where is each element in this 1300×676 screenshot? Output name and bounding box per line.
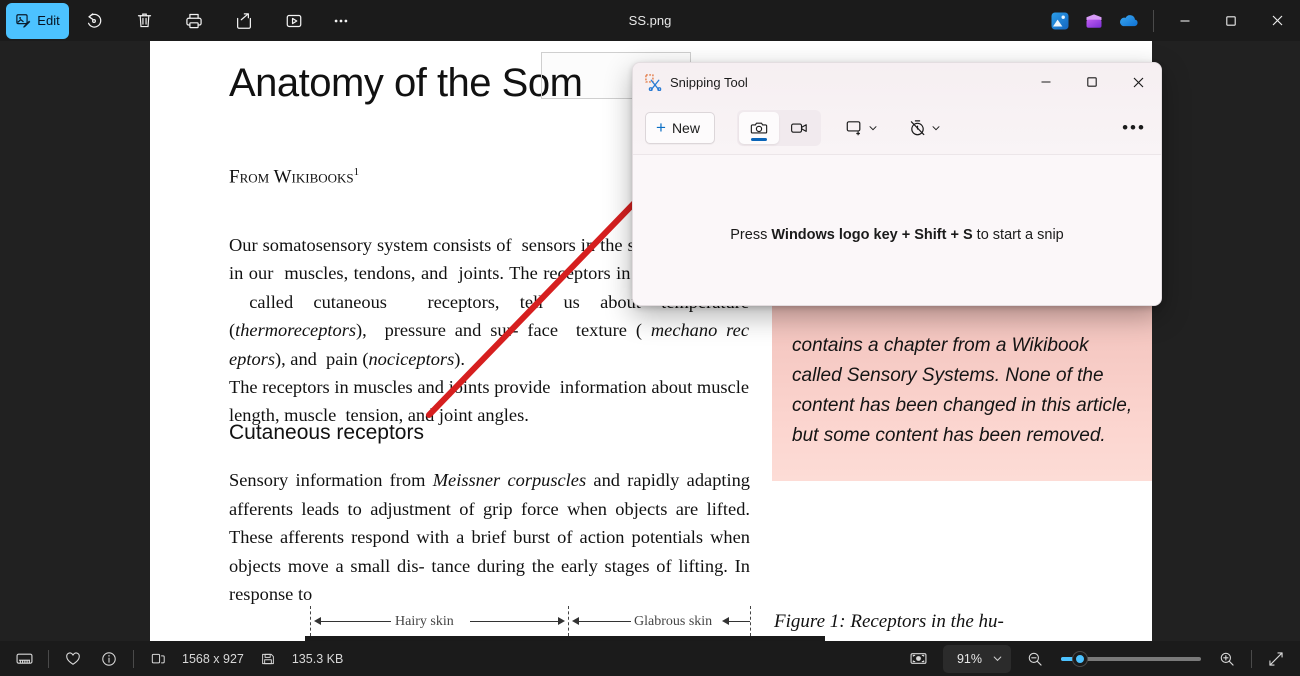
chevron-down-icon <box>868 123 878 133</box>
document-byline: From Wikibooks1 <box>229 166 359 188</box>
window-title: SS.png <box>628 13 672 28</box>
snipping-tool-window[interactable]: Snipping Tool + New ••• Press Windows lo… <box>632 62 1162 306</box>
zoom-out-button[interactable] <box>1017 644 1053 674</box>
filesize-icon-wrap <box>250 644 286 674</box>
fullscreen-button[interactable] <box>1258 644 1294 674</box>
heart-icon <box>64 650 82 668</box>
zoom-controls: 91% <box>901 641 1294 676</box>
status-bar: 1568 x 927 135.3 KB 91% <box>0 641 1300 676</box>
delay-dropdown[interactable] <box>902 112 947 144</box>
fit-to-window-icon <box>909 649 928 668</box>
image-size-icon <box>150 650 167 667</box>
capture-mode-group <box>736 109 821 146</box>
delete-icon <box>135 11 154 30</box>
snip-more-options-button[interactable]: ••• <box>1117 112 1151 144</box>
snipping-tool-toolbar: + New ••• <box>633 101 1161 155</box>
section-heading: Cutaneous receptors <box>229 421 424 444</box>
edit-image-icon <box>15 12 32 29</box>
byline-text: From Wikibooks <box>229 166 354 188</box>
print-button[interactable] <box>169 3 219 39</box>
top-right-controls <box>1043 0 1300 41</box>
zoom-in-icon <box>1218 650 1236 668</box>
chevron-down-icon <box>992 653 1003 664</box>
plus-icon: + <box>656 118 666 137</box>
chevron-down-icon <box>931 123 941 133</box>
new-snip-button[interactable]: + New <box>645 111 715 144</box>
rectangle-mode-icon <box>845 118 864 137</box>
print-icon <box>184 11 204 31</box>
window-maximize-button[interactable] <box>1208 0 1254 41</box>
hint-suffix: to start a snip <box>972 226 1064 243</box>
onedrive-icon[interactable] <box>1111 0 1145 41</box>
window-minimize-button[interactable] <box>1162 0 1208 41</box>
status-divider-3 <box>1251 649 1252 668</box>
dimensions-icon-wrap <box>140 644 176 674</box>
diagram-label-hairy: Hairy skin <box>395 614 454 629</box>
zoom-slider-thumb[interactable] <box>1073 651 1087 666</box>
zoom-level-value: 91% <box>956 651 982 666</box>
snipping-tool-titlebar[interactable]: Snipping Tool <box>633 63 1161 101</box>
info-icon <box>100 650 118 668</box>
edit-button-label: Edit <box>37 13 60 28</box>
filmstrip-icon <box>15 649 34 668</box>
snip-hint-text: Press Windows logo key + Shift + S to st… <box>730 227 1063 243</box>
delete-button[interactable] <box>119 3 169 39</box>
image-dimensions: 1568 x 927 <box>182 651 244 666</box>
status-divider-1 <box>48 649 49 668</box>
zoom-level-dropdown[interactable]: 91% <box>942 644 1011 673</box>
hint-shortcut: Windows logo key + Shift + S <box>771 226 973 243</box>
byline-footnote: 1 <box>353 166 360 178</box>
info-button[interactable] <box>91 644 127 674</box>
active-mode-indicator <box>750 137 767 141</box>
zoom-slider[interactable] <box>1061 650 1201 668</box>
fullscreen-icon <box>1267 650 1285 668</box>
top-toolbar: Edit SS.png <box>0 0 1300 41</box>
status-divider-2 <box>133 649 134 668</box>
record-mode-button[interactable] <box>779 112 819 144</box>
favorite-button[interactable] <box>55 644 91 674</box>
snip-close-button[interactable] <box>1115 63 1161 101</box>
snipping-tool-window-controls <box>1023 63 1161 101</box>
document-paragraph-2: Sensory information from Meissner corpus… <box>229 470 750 604</box>
new-snip-label: New <box>671 119 700 136</box>
filmstrip-button[interactable] <box>6 644 42 674</box>
save-icon <box>260 651 276 667</box>
window-close-button[interactable] <box>1254 0 1300 41</box>
photos-app-window: Edit SS.png Anatomy of the Som From Wiki… <box>0 0 1300 676</box>
snip-maximize-button[interactable] <box>1069 63 1115 101</box>
video-camera-icon <box>790 119 808 137</box>
share-button[interactable] <box>219 3 269 39</box>
camera-icon <box>750 119 768 137</box>
document-title: Anatomy of the Som <box>229 61 583 105</box>
photos-app-icon[interactable] <box>1043 0 1077 41</box>
designer-app-icon[interactable] <box>1077 0 1111 41</box>
toolbar-divider <box>1153 9 1154 32</box>
more-options-button[interactable] <box>319 3 363 39</box>
timer-off-icon <box>908 118 927 137</box>
more-options-icon <box>331 11 351 31</box>
snip-shape-dropdown[interactable] <box>839 112 884 144</box>
share-icon <box>234 11 254 31</box>
snipping-tool-icon <box>644 73 662 91</box>
file-size: 135.3 KB <box>291 651 344 666</box>
snipping-tool-title: Snipping Tool <box>670 74 748 90</box>
diagram-label-glabrous: Glabrous skin <box>634 614 713 629</box>
snip-minimize-button[interactable] <box>1023 63 1069 101</box>
figure-caption: Figure 1: Receptors in the hu- <box>774 611 1004 632</box>
slideshow-button[interactable] <box>269 3 319 39</box>
snipping-tool-body: Press Windows logo key + Shift + S to st… <box>633 155 1161 305</box>
zoom-out-icon <box>1026 650 1044 668</box>
snip-mode-button[interactable] <box>738 111 779 144</box>
rotate-button[interactable] <box>69 3 119 39</box>
zoom-in-button[interactable] <box>1209 644 1245 674</box>
slideshow-icon <box>284 11 304 31</box>
rotate-icon <box>84 11 104 31</box>
edit-button[interactable]: Edit <box>6 2 69 39</box>
fit-to-window-button[interactable] <box>901 644 937 674</box>
hint-prefix: Press <box>730 226 772 243</box>
callout-text: contains a chapter from a Wikibook calle… <box>792 335 1133 446</box>
